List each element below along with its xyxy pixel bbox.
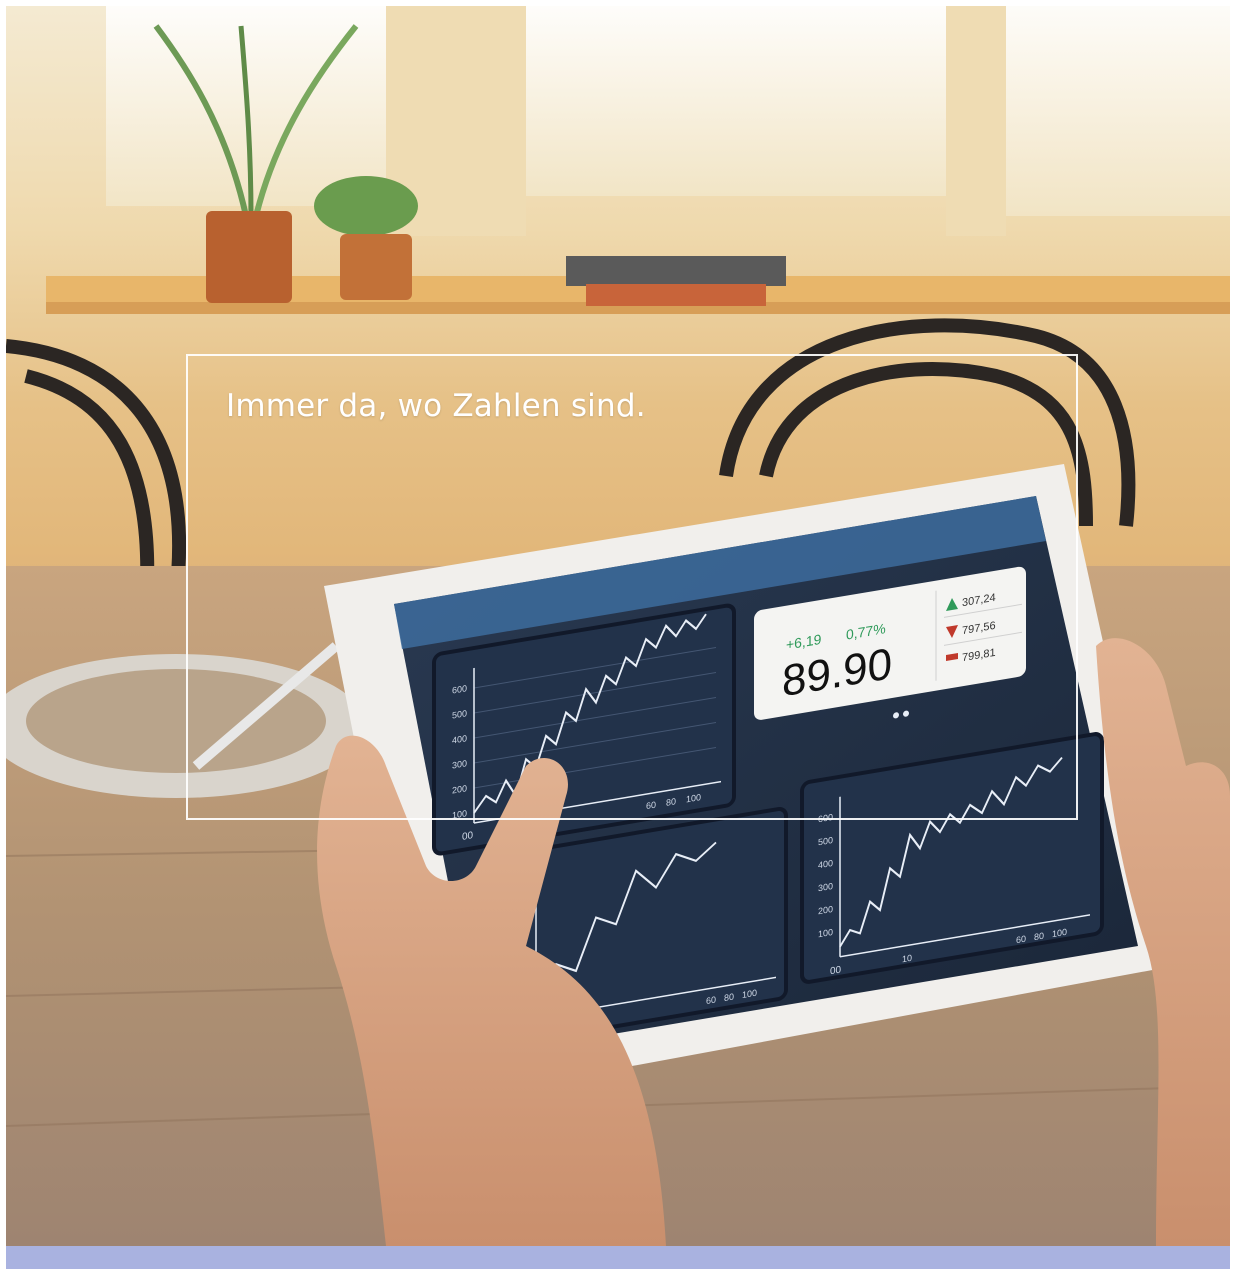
right-hand bbox=[1096, 638, 1230, 1246]
bottom-band bbox=[6, 1246, 1230, 1269]
headline: Immer da, wo Zahlen sind. bbox=[226, 388, 646, 424]
ad-page: 600 500 400 300 200 100 00 10 60 80 100 … bbox=[0, 0, 1242, 1269]
